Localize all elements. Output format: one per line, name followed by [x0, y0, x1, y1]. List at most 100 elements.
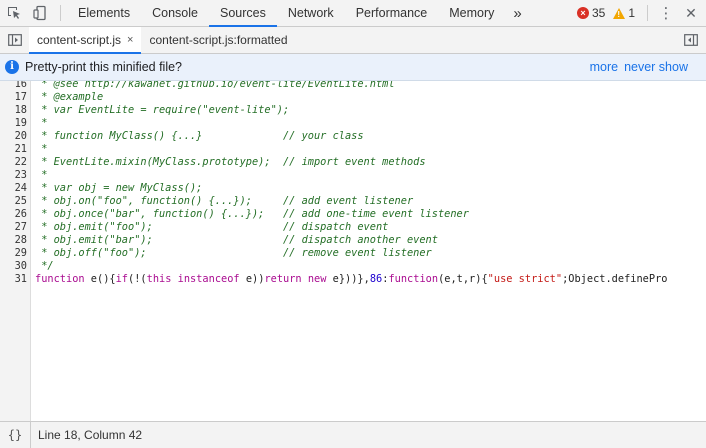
code-line: 23 *	[0, 169, 706, 182]
code-line: 22 * EventLite.mixin(MyClass.prototype);…	[0, 156, 706, 169]
code-token: function	[388, 273, 439, 285]
pretty-print-infobar: i Pretty-print this minified file? more …	[0, 54, 706, 81]
error-icon: ×	[576, 7, 589, 19]
code-token: 86	[369, 273, 383, 285]
tab-elements[interactable]: Elements	[67, 0, 141, 26]
code-token: * @example	[35, 91, 104, 103]
cursor-position: Line 18, Column 42	[38, 428, 143, 442]
line-number[interactable]: 18	[0, 104, 27, 117]
tab-console[interactable]: Console	[141, 0, 209, 26]
tab-sources[interactable]: Sources	[208, 0, 277, 27]
code-text: * var EventLite = require("event-lite");	[35, 104, 289, 117]
code-token: (e,t,r){	[438, 273, 488, 285]
code-text: */	[35, 260, 53, 273]
warning-count: 1	[628, 6, 635, 20]
devtools-toolbar: Elements Console Sources Network Perform…	[0, 0, 706, 27]
toolbar-separator	[60, 5, 61, 21]
toolbar-separator	[647, 5, 648, 21]
code-token: e}))},	[326, 273, 370, 285]
code-text: * @example	[35, 91, 103, 104]
code-line: 19 *	[0, 117, 706, 130]
code-line: 18 * var EventLite = require("event-lite…	[0, 104, 706, 117]
code-text: * var obj = new MyClass();	[35, 182, 202, 195]
code-editor[interactable]: 16 * @see http://kawanet.github.io/event…	[0, 81, 706, 421]
code-token: * obj.once("bar", function() {...}); // …	[35, 208, 469, 220]
code-token: ;Object.definePro	[562, 273, 668, 285]
tab-performance[interactable]: Performance	[345, 0, 439, 26]
code-token: function	[35, 273, 85, 285]
line-number[interactable]: 28	[0, 234, 27, 247]
code-line: 27 * obj.emit("foo"); // dispatch event	[0, 221, 706, 234]
code-token: * var obj = new MyClass();	[35, 182, 203, 194]
kebab-menu-icon[interactable]: ⋮	[656, 0, 676, 26]
pretty-print-button[interactable]: {}	[0, 421, 31, 448]
code-token: return new	[264, 273, 327, 285]
code-token: *	[35, 169, 48, 181]
code-line: 29 * obj.off("foo"); // remove event lis…	[0, 247, 706, 260]
inspect-element-icon[interactable]	[0, 0, 27, 26]
line-number[interactable]: 31	[0, 273, 27, 286]
toggle-debugger-icon[interactable]	[676, 27, 706, 53]
code-token: * function MyClass() {...} // your class	[35, 130, 364, 142]
code-line: 21 *	[0, 143, 706, 156]
line-number[interactable]: 26	[0, 208, 27, 221]
more-link[interactable]: more	[590, 60, 618, 74]
line-number[interactable]: 16	[0, 81, 27, 91]
info-icon: i	[5, 60, 19, 74]
error-count: 35	[591, 6, 606, 20]
code-token: *	[35, 117, 48, 129]
code-text: * @see http://kawanet.github.io/event-li…	[35, 81, 395, 91]
code-text: *	[35, 117, 47, 130]
code-token: e))	[239, 273, 265, 285]
code-token: * var EventLite = require("event-lite");	[35, 104, 290, 116]
code-line: 24 * var obj = new MyClass();	[0, 182, 706, 195]
line-number[interactable]: 19	[0, 117, 27, 130]
toggle-navigator-icon[interactable]	[0, 27, 29, 53]
close-tab-icon[interactable]: ×	[127, 34, 133, 46]
code-text: * EventLite.mixin(MyClass.prototype); //…	[35, 156, 426, 169]
code-token: e(){	[84, 273, 116, 285]
code-token: * obj.emit("bar"); // dispatch another e…	[35, 234, 438, 246]
code-token: * @see http://kawanet.github.io/event-li…	[35, 81, 395, 90]
line-number[interactable]: 22	[0, 156, 27, 169]
more-tabs-icon[interactable]: »	[505, 0, 529, 26]
toolbar-right: × 35 ! 1 ⋮ ✕	[576, 0, 706, 26]
file-tab-content-script-formatted[interactable]: content-script.js:formatted	[141, 27, 295, 53]
issues-counter[interactable]: × 35 ! 1	[576, 6, 635, 20]
code-line: 25 * obj.on("foo", function() {...}); //…	[0, 195, 706, 208]
code-token: * obj.emit("foo"); // dispatch event	[35, 221, 389, 233]
close-icon[interactable]: ✕	[676, 0, 706, 26]
code-token: this instanceof	[146, 273, 240, 285]
line-number[interactable]: 17	[0, 91, 27, 104]
line-number[interactable]: 25	[0, 195, 27, 208]
infobar-message: Pretty-print this minified file?	[25, 60, 183, 74]
code-line: 31 function e(){if(!(this instanceof e))r…	[0, 273, 706, 286]
code-text: * obj.emit("bar"); // dispatch another e…	[35, 234, 438, 247]
never-show-link[interactable]: never show	[624, 60, 688, 74]
code-text: * obj.emit("foo"); // dispatch event	[35, 221, 388, 234]
line-number[interactable]: 29	[0, 247, 27, 260]
line-number[interactable]: 27	[0, 221, 27, 234]
code-line: 30 */	[0, 260, 706, 273]
line-number[interactable]: 23	[0, 169, 27, 182]
device-toolbar-icon[interactable]	[27, 0, 54, 26]
line-number[interactable]: 30	[0, 260, 27, 273]
code-token: * obj.off("foo"); // remove event listen…	[35, 247, 432, 259]
tab-network[interactable]: Network	[277, 0, 345, 26]
code-token: "use strict"	[487, 273, 563, 285]
code-token: (!(	[128, 273, 147, 285]
tab-memory[interactable]: Memory	[438, 0, 505, 26]
code-text: * obj.on("foo", function() {...}); // ad…	[35, 195, 413, 208]
code-text: * obj.once("bar", function() {...}); // …	[35, 208, 469, 221]
editor-tabstrip: content-script.js × content-script.js:fo…	[0, 27, 706, 54]
code-line: 16 * @see http://kawanet.github.io/event…	[0, 81, 706, 91]
infobar-links: more never show	[590, 60, 688, 74]
line-number[interactable]: 20	[0, 130, 27, 143]
code-text: function e(){if(!(this instanceof e))ret…	[35, 273, 667, 286]
file-tab-content-script[interactable]: content-script.js ×	[29, 27, 142, 54]
code-token: *	[35, 143, 48, 155]
code-token: * EventLite.mixin(MyClass.prototype); //…	[35, 156, 426, 168]
line-number[interactable]: 24	[0, 182, 27, 195]
line-number[interactable]: 21	[0, 143, 27, 156]
code-text: *	[35, 169, 47, 182]
